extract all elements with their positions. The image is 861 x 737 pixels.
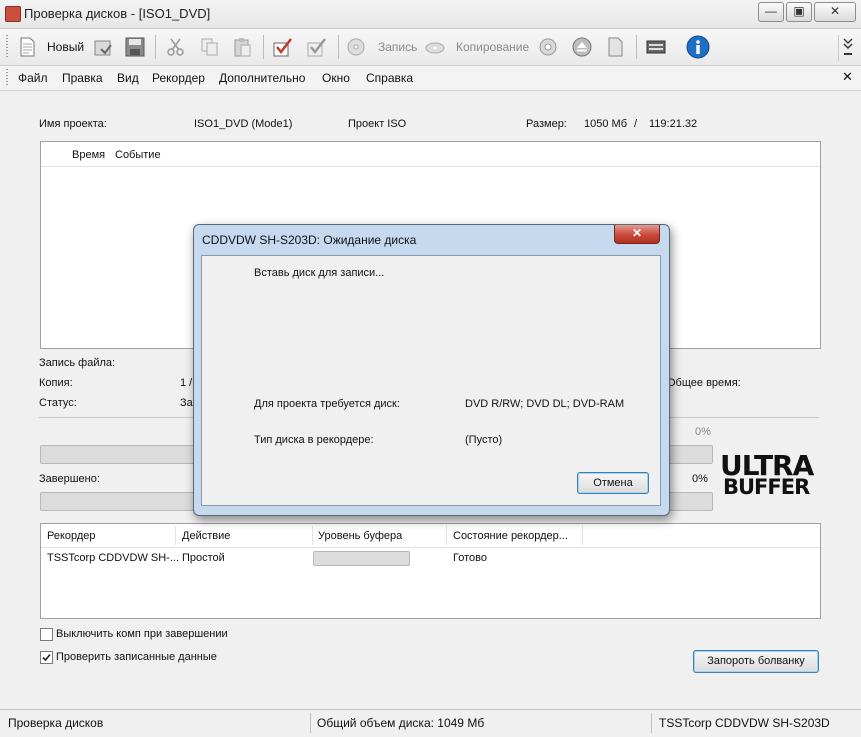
toolbar-separator: [338, 35, 339, 59]
column-divider: [175, 526, 176, 545]
current-disc-value: (Пусто): [465, 434, 503, 446]
size-separator: /: [634, 118, 638, 130]
current-disc-label: Тип диска в рекордере:: [254, 434, 374, 446]
window-title: Проверка дисков - [ISO1_DVD]: [24, 6, 211, 21]
column-state[interactable]: Состояние рекордер...: [453, 530, 568, 542]
status-middle: Общий объем диска: 1049 Мб: [317, 716, 485, 730]
disc-info-icon[interactable]: [538, 37, 558, 57]
dialog-title: CDDVDW SH-S203D: Ожидание диска: [202, 233, 417, 247]
new-document-icon[interactable]: [17, 37, 37, 57]
wait-disc-dialog: CDDVDW SH-S203D: Ожидание диска ✕ Вставь…: [193, 224, 670, 516]
recorder-table[interactable]: Рекордер Действие Уровень буфера Состоян…: [40, 523, 821, 619]
check-disc-icon[interactable]: [273, 37, 293, 57]
save-icon[interactable]: [125, 37, 145, 57]
project-name-value: ISO1_DVD (Mode1): [194, 118, 293, 130]
project-name-label: Имя проекта:: [39, 118, 107, 130]
column-buffer[interactable]: Уровень буфера: [318, 530, 402, 542]
menu-view[interactable]: Вид: [117, 71, 139, 85]
required-disc-label: Для проекта требуется диск:: [254, 398, 400, 410]
column-action[interactable]: Действие: [182, 530, 230, 542]
burn-icon[interactable]: [346, 37, 366, 57]
shutdown-checkbox[interactable]: [40, 628, 53, 641]
menu-file[interactable]: Файл: [18, 71, 48, 85]
toolbar-overflow[interactable]: [838, 35, 857, 61]
copy-value: 1 /: [180, 377, 193, 389]
copy-disc-icon[interactable]: [425, 37, 445, 57]
toolbar-separator: [263, 35, 264, 59]
title-bar: Проверка дисков - [ISO1_DVD] — ▣ ✕: [0, 0, 861, 29]
project-size-label: Размер:: [526, 118, 567, 130]
column-divider: [446, 526, 447, 545]
checkmark-icon: [42, 653, 51, 662]
status-divider: [651, 713, 652, 733]
required-disc-value: DVD R/RW; DVD DL; DVD-RAM: [465, 398, 625, 410]
open-icon[interactable]: [93, 37, 113, 57]
eject-icon[interactable]: [572, 37, 592, 57]
column-event[interactable]: Событие: [115, 149, 161, 161]
app-icon: [5, 6, 21, 22]
burn-button[interactable]: Запись: [378, 40, 417, 54]
buffer-level-bar: [313, 551, 410, 566]
progress2-percent: 0%: [692, 473, 708, 485]
toolbar-separator: [155, 35, 156, 59]
dialog-close-button[interactable]: ✕: [614, 225, 660, 244]
status-left: Проверка дисков: [8, 716, 104, 730]
event-log-header: Время Событие: [41, 142, 820, 167]
project-duration: 119:21.32: [649, 118, 698, 130]
file-label: Запись файла:: [39, 357, 116, 369]
column-recorder[interactable]: Рекордер: [47, 530, 96, 542]
column-divider: [312, 526, 313, 545]
burn-disc-button[interactable]: Запороть болванку: [693, 650, 819, 673]
completed-label: Завершено:: [39, 473, 100, 485]
minimize-button[interactable]: —: [758, 2, 784, 22]
cancel-button[interactable]: Отмена: [577, 472, 649, 494]
logo-line-2: BUFFER: [723, 475, 810, 499]
page-icon[interactable]: [605, 37, 625, 57]
progress1-percent: 0%: [695, 426, 711, 438]
copy-icon[interactable]: [200, 37, 220, 57]
menu-bar: Файл Правка Вид Рекордер Дополнительно О…: [0, 66, 861, 91]
menu-recorder[interactable]: Рекордер: [152, 71, 205, 85]
status-label: Статус:: [39, 397, 77, 409]
total-time-label: Общее время:: [667, 377, 741, 389]
new-button[interactable]: Новый: [47, 40, 84, 54]
row-recorder: TSSTcorp CDDVDW SH-...: [47, 552, 180, 564]
close-document-icon[interactable]: ✕: [842, 69, 853, 85]
paste-icon[interactable]: [232, 37, 252, 57]
toolbar: Новый Запись Копирование: [0, 29, 861, 66]
toolbar-separator: [636, 35, 637, 59]
dialog-body: Вставь диск для записи... Для проекта тр…: [201, 255, 661, 506]
copy-label: Копия:: [39, 377, 73, 389]
status-bar: Проверка дисков Общий объем диска: 1049 …: [0, 709, 861, 737]
column-time[interactable]: Время: [72, 149, 105, 161]
status-right: TSSTcorp CDDVDW SH-S203D: [659, 716, 830, 730]
info-icon[interactable]: [686, 35, 710, 59]
menu-grip[interactable]: [6, 69, 8, 87]
ultra-buffer-logo: ULTRA BUFFER: [720, 452, 820, 501]
close-button[interactable]: ✕: [814, 2, 856, 22]
copy-disc-button[interactable]: Копирование: [456, 40, 529, 54]
status-divider: [310, 713, 311, 733]
menu-extras[interactable]: Дополнительно: [219, 71, 305, 85]
project-type: Проект ISO: [348, 118, 407, 130]
menu-edit[interactable]: Правка: [62, 71, 103, 85]
verify-checkbox[interactable]: [40, 651, 53, 664]
row-state: Готово: [453, 552, 487, 564]
recorder-table-header: Рекордер Действие Уровень буфера Состоян…: [41, 524, 820, 548]
device-icon[interactable]: [646, 37, 666, 57]
project-size-value: 1050 Мб: [584, 118, 627, 130]
toolbar-grip[interactable]: [6, 35, 8, 59]
verify-label[interactable]: Проверить записанные данные: [56, 651, 217, 663]
status-value: За: [180, 397, 193, 409]
table-row[interactable]: TSSTcorp CDDVDW SH-... Простой Готово: [41, 548, 820, 568]
erase-icon[interactable]: [307, 37, 327, 57]
cut-icon[interactable]: [166, 37, 186, 57]
shutdown-label[interactable]: Выключить комп при завершении: [56, 628, 228, 640]
menu-window[interactable]: Окно: [322, 71, 350, 85]
column-divider: [582, 526, 583, 545]
menu-help[interactable]: Справка: [366, 71, 413, 85]
dialog-message: Вставь диск для записи...: [254, 267, 385, 279]
maximize-button[interactable]: ▣: [786, 2, 812, 22]
row-action: Простой: [182, 552, 225, 564]
